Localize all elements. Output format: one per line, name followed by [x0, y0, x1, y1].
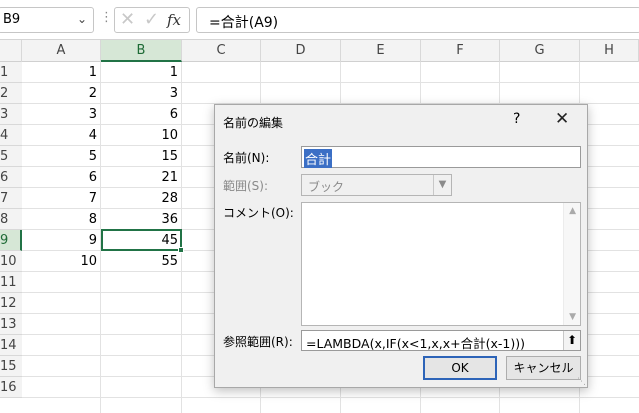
ok-button[interactable]: OK	[423, 356, 497, 380]
column-header-e[interactable]: E	[341, 40, 421, 62]
row-header-selected[interactable]: 9	[0, 230, 22, 251]
cell-a7[interactable]: 7	[22, 188, 101, 209]
refers-to-value: =LAMBDA(x,IF(x<1,x,x+合計(x-1)))	[306, 336, 526, 351]
cell-a4[interactable]: 4	[22, 125, 101, 146]
cell-b10[interactable]: 55	[101, 251, 182, 272]
row-header[interactable]: 15	[0, 356, 22, 377]
name-box-value: B9	[3, 12, 21, 27]
name-label: 名前(N):	[223, 151, 270, 165]
active-cell-border	[101, 229, 182, 251]
chevron-down-icon[interactable]: ⌄	[77, 12, 87, 26]
formula-text: =合計(A9)	[209, 15, 279, 31]
column-header-h[interactable]: H	[580, 40, 639, 62]
resize-grip-icon[interactable]: ⋱	[577, 377, 587, 387]
row-header[interactable]: 8	[0, 209, 22, 230]
row-header[interactable]: 12	[0, 293, 22, 314]
cell-a9[interactable]: 9	[22, 230, 101, 251]
scope-select: ブック ▼	[301, 174, 452, 196]
row-header[interactable]: 14	[0, 335, 22, 356]
row-header[interactable]: 7	[0, 188, 22, 209]
collapse-dialog-icon[interactable]: ⬆	[563, 331, 580, 350]
cell-b8[interactable]: 36	[101, 209, 182, 230]
cell-a5[interactable]: 5	[22, 146, 101, 167]
name-box[interactable]: B9 ⌄	[0, 7, 94, 33]
cell-a8[interactable]: 8	[22, 209, 101, 230]
column-header-b[interactable]: B	[101, 40, 182, 62]
name-field[interactable]: 合計	[301, 146, 581, 168]
row-header[interactable]: 4	[0, 125, 22, 146]
scroll-up-icon[interactable]: ▲	[569, 206, 576, 216]
cell-b2[interactable]: 3	[101, 83, 182, 104]
comment-label: コメント(O):	[223, 206, 294, 220]
column-header-c[interactable]: C	[182, 40, 261, 62]
formula-buttons: ✕ ✓ fx	[114, 7, 190, 33]
row-header[interactable]: 5	[0, 146, 22, 167]
formula-input[interactable]: =合計(A9)	[196, 7, 639, 33]
refers-to-field[interactable]: =LAMBDA(x,IF(x<1,x,x+合計(x-1)))	[301, 330, 581, 351]
cancel-button[interactable]: キャンセル	[506, 356, 581, 380]
row-header[interactable]: 6	[0, 167, 22, 188]
close-icon[interactable]: ✕	[555, 109, 569, 129]
fill-handle[interactable]	[178, 247, 184, 253]
row-header[interactable]: 16	[0, 377, 22, 398]
confirm-edit-icon[interactable]: ✓	[144, 9, 159, 30]
scope-label: 範囲(S):	[223, 179, 269, 193]
row-header[interactable]: 13	[0, 314, 22, 335]
cancel-edit-icon[interactable]: ✕	[120, 9, 135, 30]
cell-b6[interactable]: 21	[101, 167, 182, 188]
insert-function-icon[interactable]: fx	[167, 11, 181, 29]
cell-a2[interactable]: 2	[22, 83, 101, 104]
column-header-f[interactable]: F	[421, 40, 500, 62]
dialog-title: 名前の編集	[223, 116, 284, 130]
comment-field[interactable]: ▲ ▼	[301, 202, 581, 326]
cell-b1[interactable]: 1	[101, 62, 182, 83]
scope-value: ブック	[308, 180, 345, 194]
refers-to-label: 参照範囲(R):	[223, 335, 293, 349]
column-header-g[interactable]: G	[500, 40, 580, 62]
more-options-icon[interactable]: ⋮	[100, 10, 113, 30]
row-header[interactable]: 1	[0, 62, 22, 83]
cell-a1[interactable]: 1	[22, 62, 101, 83]
comment-scrollbar[interactable]: ▲ ▼	[563, 203, 580, 325]
column-header-d[interactable]: D	[261, 40, 341, 62]
chevron-down-icon: ▼	[433, 175, 451, 195]
row-header[interactable]: 10	[0, 251, 22, 272]
cell-a6[interactable]: 6	[22, 167, 101, 188]
column-header-a[interactable]: A	[22, 40, 101, 62]
row-header[interactable]: 2	[0, 83, 22, 104]
cell-b7[interactable]: 28	[101, 188, 182, 209]
row-header[interactable]: 11	[0, 272, 22, 293]
row-header[interactable]: 3	[0, 104, 22, 125]
select-all-corner[interactable]	[0, 40, 22, 62]
cell-b3[interactable]: 6	[101, 104, 182, 125]
cell-b4[interactable]: 10	[101, 125, 182, 146]
name-field-value: 合計	[304, 149, 333, 168]
cell-a3[interactable]: 3	[22, 104, 101, 125]
edit-name-dialog: 名前の編集 ? ✕ 名前(N): 合計 範囲(S): ブック ▼ コメント(O)…	[214, 104, 588, 388]
cell-a10[interactable]: 10	[22, 251, 101, 272]
column-header-row: A B C D E F G H	[0, 40, 639, 62]
scroll-down-icon[interactable]: ▼	[569, 312, 576, 322]
help-icon[interactable]: ?	[513, 111, 520, 127]
cell-b5[interactable]: 15	[101, 146, 182, 167]
formula-bar: B9 ⌄ ⋮ ✕ ✓ fx =合計(A9)	[0, 0, 639, 40]
